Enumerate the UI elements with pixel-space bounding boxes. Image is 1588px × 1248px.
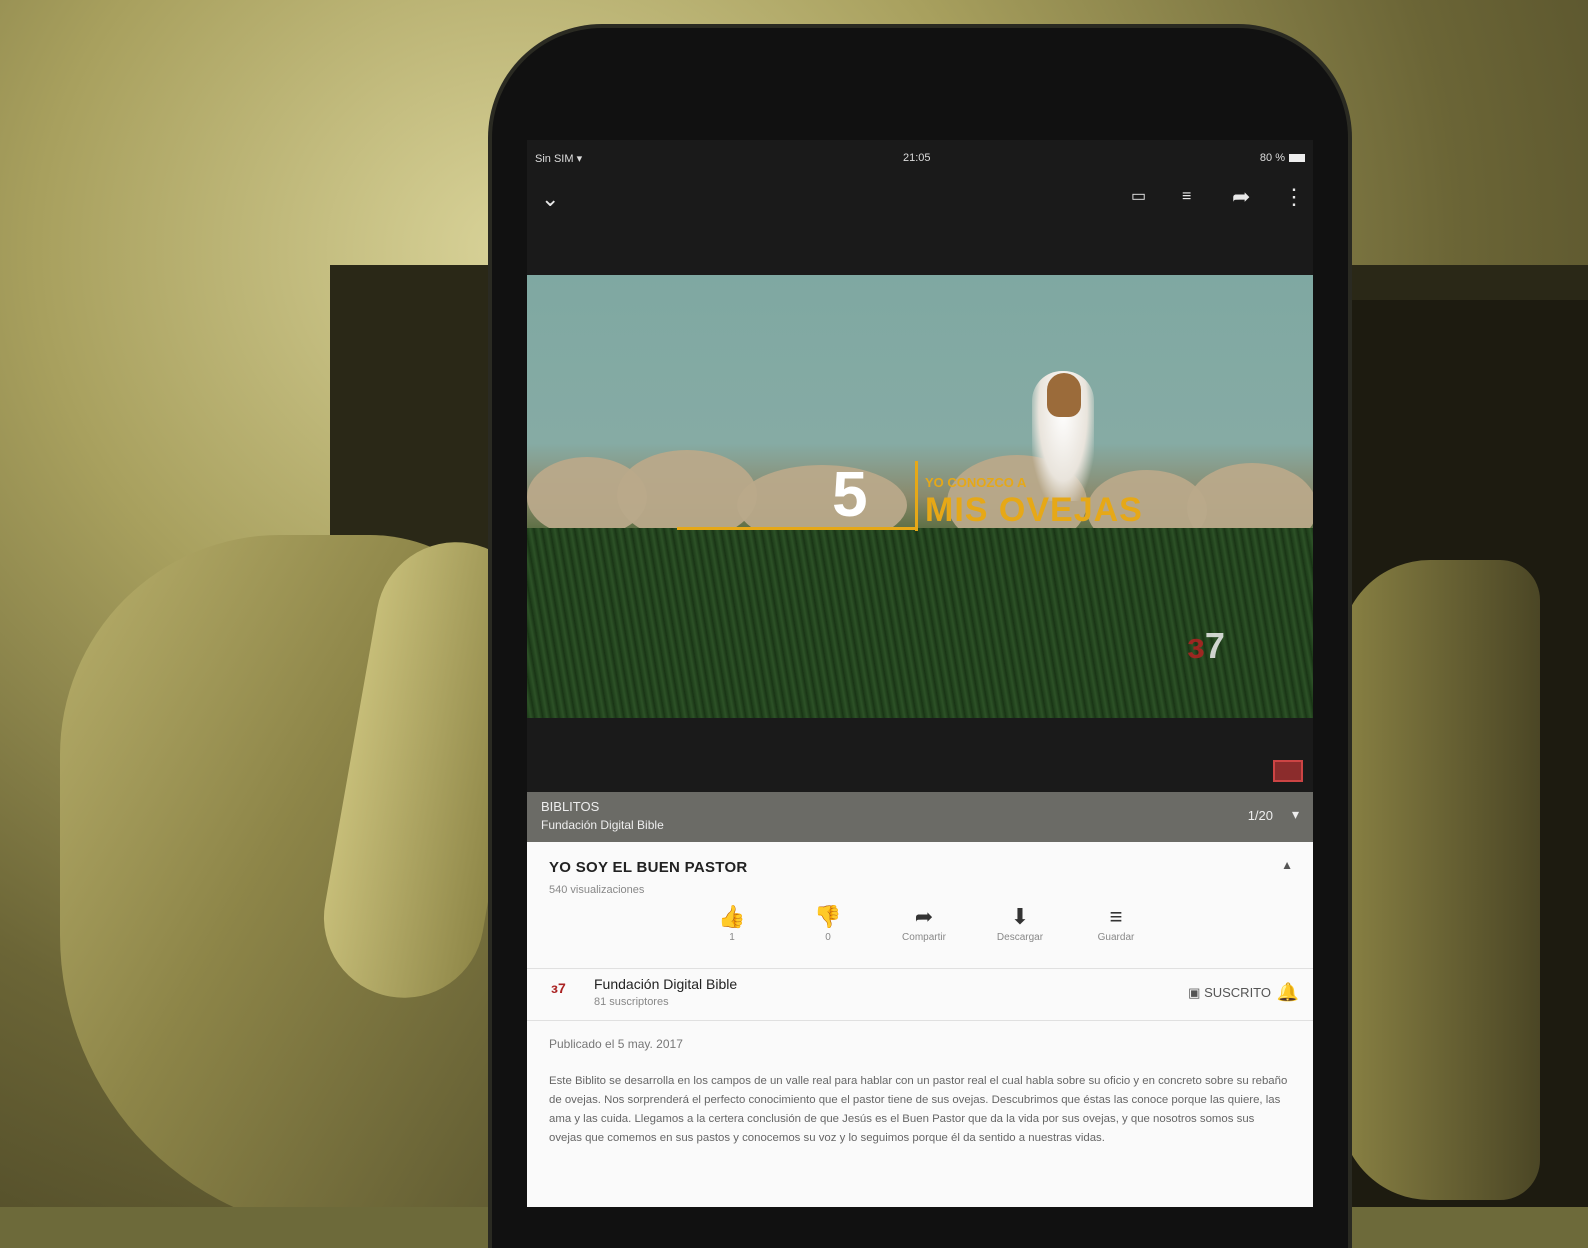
video-description: Este Biblito se desarrolla en los campos… [549, 1075, 1288, 1144]
chevron-up-icon[interactable]: ▲ [1281, 858, 1293, 872]
overlay-title: MIS OVEJAS [925, 491, 1143, 529]
save-icon: ≡ [1109, 904, 1123, 929]
download-button[interactable]: ⬇ Descargar [980, 904, 1060, 943]
fingers [1340, 560, 1540, 1200]
captions-icon[interactable] [1273, 760, 1303, 782]
battery-indicator: 80 % [1260, 152, 1305, 164]
save-button[interactable]: ≡ Guardar [1076, 904, 1156, 943]
overlay-small-text: YO CONOZCO A [925, 475, 1027, 490]
carrier-label: Sin SIM ▾ [535, 153, 583, 165]
channel-watermark: ɜ7 [1187, 625, 1225, 666]
publish-date: Publicado el 5 may. 2017 [549, 1037, 683, 1051]
download-label: Descargar [996, 932, 1044, 943]
share-icon[interactable]: ➦ [1232, 186, 1250, 208]
thumbs-up-icon: 👍 [718, 904, 746, 929]
divider [527, 1020, 1313, 1021]
download-icon: ⬇ [1010, 904, 1030, 929]
chevron-down-icon[interactable]: ▾ [1292, 806, 1299, 823]
divider [527, 968, 1313, 969]
subscriber-count: 81 suscriptores [594, 996, 669, 1008]
subscribed-label: SUSCRITO [1204, 985, 1271, 1000]
overlay-number: 5 [832, 458, 868, 530]
playlist-title: BIBLITOS [541, 799, 600, 814]
phone-screen: Sin SIM ▾ 21:05 80 % ⌄ ▭ ≡ ➦ ⋮ 5 YO CONO… [527, 140, 1313, 1207]
playlist-header[interactable]: BIBLITOS Fundación Digital Bible 1/20 ▾ [527, 792, 1313, 842]
overlay-underline [677, 527, 917, 530]
like-button[interactable]: 👍 1 [692, 904, 772, 943]
subscribed-button[interactable]: ▣ SUSCRITO [1188, 985, 1271, 1001]
bell-icon[interactable]: 🔔 [1277, 982, 1299, 1003]
video-title: YO SOY EL BUEN PASTOR [549, 859, 748, 876]
overlay-divider [915, 461, 918, 531]
video-details-panel: YO SOY EL BUEN PASTOR 540 visualizacione… [527, 842, 1313, 1207]
player-toolbar: ⌄ ▭ ≡ ➦ ⋮ [527, 174, 1313, 224]
action-bar: 👍 1 👎 0 ➦ Compartir ⬇ Descargar ≡ Guarda… [692, 904, 1162, 964]
clock: 21:05 [903, 152, 931, 164]
playlist-channel: Fundación Digital Bible [541, 818, 664, 832]
channel-name[interactable]: Fundación Digital Bible [594, 976, 737, 992]
view-count: 540 visualizaciones [549, 884, 645, 896]
playlist-position: 1/20 [1247, 808, 1273, 823]
thumbs-down-icon: 👎 [814, 904, 842, 929]
status-bar: Sin SIM ▾ 21:05 80 % [527, 140, 1313, 174]
battery-label: 80 % [1259, 152, 1285, 164]
chevron-down-icon[interactable]: ⌄ [541, 188, 559, 210]
channel-avatar[interactable]: ɜ7 [551, 980, 579, 1004]
share-label: Compartir [902, 932, 946, 943]
more-options-icon[interactable]: ⋮ [1283, 186, 1305, 208]
video-player[interactable]: 5 YO CONOZCO A MIS OVEJAS ɜ7 [527, 275, 1313, 718]
cast-icon[interactable]: ▭ [1131, 186, 1146, 208]
like-count: 1 [729, 932, 735, 943]
grass [527, 528, 1313, 718]
share-icon: ➦ [914, 904, 934, 929]
dislike-button[interactable]: 👎 0 [788, 904, 868, 943]
add-to-queue-icon[interactable]: ≡ [1182, 186, 1191, 208]
shepherd-head [1047, 373, 1081, 417]
share-button[interactable]: ➦ Compartir [884, 904, 964, 943]
battery-icon [1289, 154, 1305, 163]
save-label: Guardar [1097, 932, 1135, 943]
dislike-count: 0 [825, 932, 831, 943]
